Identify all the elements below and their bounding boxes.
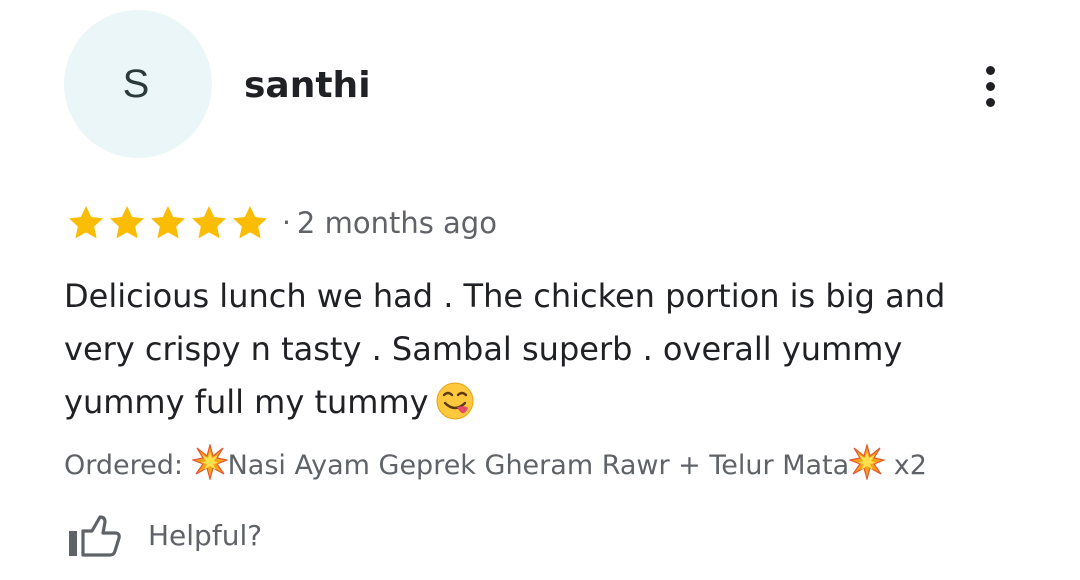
review-line: very crispy n tasty . Sambal superb . ov… [64, 323, 1004, 376]
star-rating [66, 203, 270, 243]
ordered-label: Ordered: [64, 450, 183, 481]
star-icon [66, 203, 106, 243]
ordered-items: Ordered: Nasi Ayam Geprek Gheram Rawr + … [64, 442, 927, 492]
review-line: Delicious lunch we had . The chicken por… [64, 277, 946, 315]
review-text: Delicious lunch we had . The chicken por… [64, 270, 1004, 437]
ordered-quantity: x2 [893, 450, 927, 481]
more-options-button[interactable] [966, 62, 1014, 110]
thumbs-up-icon [66, 514, 122, 558]
review-line-text: very crispy n tasty . Sambal superb . ov… [64, 330, 903, 368]
avatar-letter: S [122, 62, 150, 106]
helpful-button[interactable]: Helpful? [66, 510, 262, 562]
star-icon [189, 203, 229, 243]
more-vertical-icon [985, 65, 995, 75]
reviewer-name[interactable]: santhi [244, 64, 371, 108]
review-line: yummy full my tummy [64, 376, 1004, 437]
review-line-text: yummy full my tummy [64, 383, 429, 421]
time-separator: · [282, 206, 291, 239]
star-icon [230, 203, 270, 243]
star-icon [148, 203, 188, 243]
star-icon [107, 203, 147, 243]
more-vertical-icon-dot [985, 97, 995, 107]
ordered-item-name: Nasi Ayam Geprek Gheram Rawr + Telur Mat… [227, 450, 850, 481]
collision-icon [848, 442, 887, 492]
face-savoring-food-icon [435, 381, 475, 437]
rating-row: · 2 months ago [66, 200, 497, 246]
more-vertical-icon-dot [985, 81, 995, 91]
collision-icon [190, 442, 229, 492]
avatar[interactable]: S [64, 10, 212, 158]
helpful-label: Helpful? [148, 519, 263, 552]
review-time: 2 months ago [296, 206, 497, 240]
